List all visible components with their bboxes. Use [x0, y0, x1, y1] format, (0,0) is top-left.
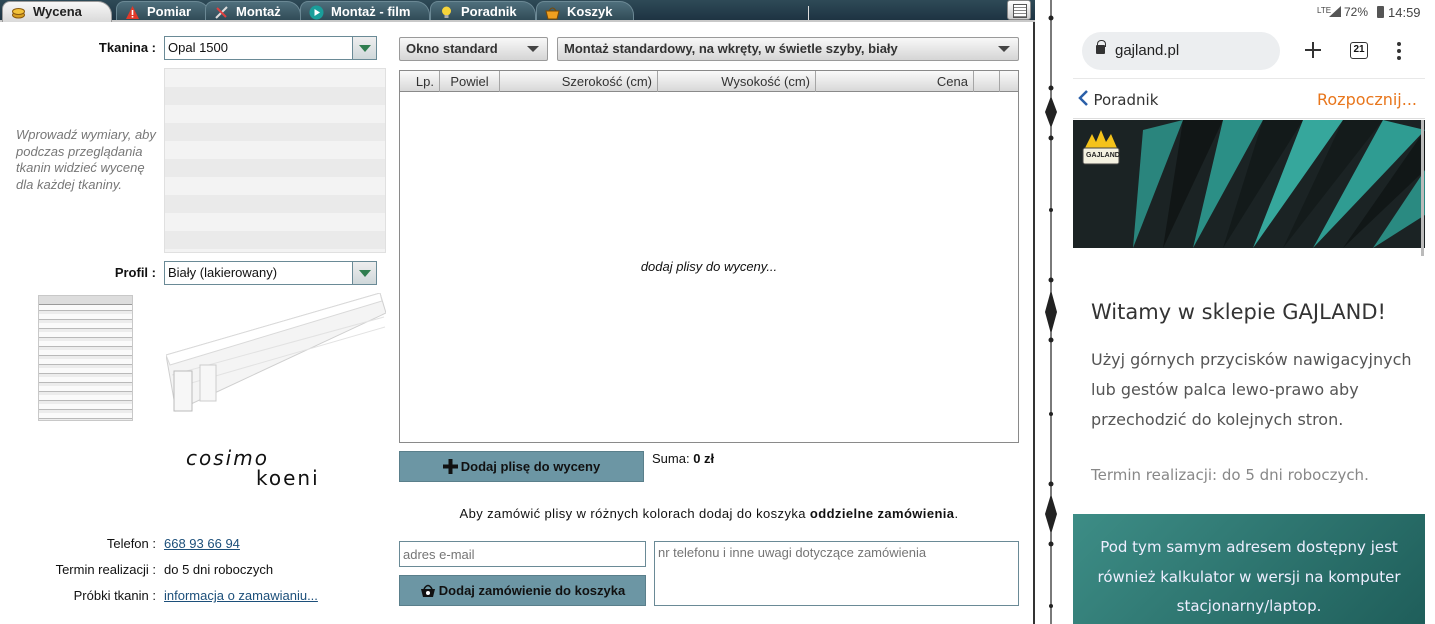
tab-bar: Wycena Pomiar Montaż Montaż - film Porad… [0, 0, 1035, 22]
sum: Suma: 0 zł [652, 451, 714, 466]
intro-paragraph: Użyj górnych przycisków nawigacyjnych lu… [1091, 350, 1412, 429]
url-text: gajland.pl [1115, 42, 1180, 59]
hero-banner: GAJLAND [1073, 120, 1425, 248]
mount-type-value: Montaż standardowy, na wkręty, w świetle… [564, 41, 898, 56]
term-label: Termin realizacji : [55, 562, 156, 577]
tab-label: Poradnik [461, 4, 517, 19]
mount-type-dropdown[interactable]: Montaż standardowy, na wkręty, w świetle… [557, 37, 1019, 61]
mobile-browser: LTE 72% 14:59 gajland.pl 21 Poradnik Roz… [1067, 0, 1435, 624]
signal-icon [1329, 6, 1341, 20]
tab-montaz-film[interactable]: Montaż - film [300, 1, 430, 22]
tab-switcher-button[interactable]: 21 [1350, 42, 1368, 59]
tab-label: Montaż - film [331, 4, 411, 19]
add-pleat-button[interactable]: Dodaj plisę do wyceny [399, 451, 644, 482]
delivery-term: Termin realizacji: do 5 dni roboczych. [1091, 466, 1369, 484]
pleated-fan-image [1073, 120, 1425, 248]
quote-table: Lp. Powiel Szerokość (cm) Wysokość (cm) … [399, 70, 1019, 443]
fabric-select[interactable]: Opal 1500 [164, 36, 377, 60]
url-bar[interactable]: gajland.pl [1082, 32, 1280, 70]
samples-link[interactable]: informacja o zamawianiu... [164, 588, 318, 603]
chevron-down-icon [998, 46, 1010, 52]
column-powiel: Powiel [440, 71, 500, 92]
window-type-value: Okno standard [406, 41, 498, 56]
term-value: do 5 dni roboczych [164, 562, 274, 577]
status-bar: LTE 72% 14:59 [1067, 0, 1435, 26]
tab-poradnik[interactable]: Poradnik [430, 1, 536, 22]
chevron-left-icon [1077, 89, 1089, 112]
phone-link[interactable]: 668 93 66 94 [164, 536, 240, 551]
clock: 14:59 [1388, 5, 1421, 20]
start-link[interactable]: Rozpocznij... [1317, 90, 1417, 109]
order-note: Aby zamówić plisy w różnych kolorach dod… [459, 506, 959, 521]
column-width: Szerokość (cm) [500, 71, 658, 92]
fabric-label: Tkanina : [98, 40, 156, 55]
welcome-heading: Witamy w sklepie GAJLAND! [1091, 300, 1386, 324]
battery-level: 72% [1344, 5, 1369, 19]
plus-icon [1303, 42, 1323, 63]
scrollbar[interactable] [1421, 120, 1424, 256]
window-type-dropdown[interactable]: Okno standard [399, 37, 548, 61]
tab-montaz[interactable]: Montaż [205, 1, 301, 22]
brand-logo: cosimo koeni [186, 446, 320, 490]
tab-label: Montaż [236, 4, 281, 19]
chevron-down-icon[interactable] [352, 37, 376, 59]
column-lp: Lp. [400, 71, 440, 92]
decorative-divider [1045, 0, 1057, 624]
coins-icon [11, 5, 26, 20]
table-header: Lp. Powiel Szerokość (cm) Wysokość (cm) … [400, 71, 1018, 92]
tab-koszyk[interactable]: Koszyk [536, 1, 634, 22]
tab-divider [808, 6, 809, 20]
profile-label: Profil : [114, 265, 156, 280]
tab-count: 21 [1353, 44, 1365, 55]
column-price: Cena [816, 71, 974, 92]
desktop-version-note: Pod tym samym adresem dostępny jest równ… [1073, 514, 1425, 624]
cart-icon [420, 579, 436, 608]
fabric-hint: Wprowadź wymiary, aby podczas przeglądan… [16, 127, 156, 192]
print-button[interactable] [1007, 0, 1031, 20]
empty-table-message: dodaj plisy do wyceny... [640, 259, 778, 274]
new-tab-button[interactable] [1303, 40, 1323, 60]
tab-pomiar[interactable]: Pomiar [116, 1, 210, 22]
add-to-cart-button[interactable]: Dodaj zamówienie do koszyka [399, 575, 646, 606]
battery-icon [1377, 6, 1384, 18]
notes-textarea[interactable] [654, 541, 1019, 606]
fabric-select-value: Opal 1500 [168, 40, 228, 55]
tab-label: Koszyk [567, 4, 613, 19]
play-icon [309, 5, 324, 20]
sum-label: Suma: [652, 451, 690, 466]
screenshot-root: Wycena Pomiar Montaż Montaż - film Porad… [0, 0, 1435, 624]
tab-label: Pomiar [147, 4, 192, 19]
tab-wycena[interactable]: Wycena [2, 1, 112, 22]
column-blank [974, 71, 1000, 92]
chevron-down-icon[interactable] [352, 262, 376, 284]
plus-icon [442, 455, 458, 484]
phone-label: Telefon : [106, 536, 156, 551]
column-height: Wysokość (cm) [658, 71, 816, 92]
lightbulb-icon [439, 5, 454, 20]
gajland-logo: GAJLAND [1080, 130, 1122, 166]
calculator-app: Wycena Pomiar Montaż Montaż - film Porad… [0, 0, 1035, 624]
basket-icon [545, 5, 560, 20]
back-button[interactable]: Poradnik [1077, 89, 1158, 112]
tab-label: Wycena [33, 4, 82, 19]
pleated-blind-image [38, 295, 133, 421]
samples-label: Próbki tkanin : [73, 588, 156, 603]
sum-value: 0 zł [693, 451, 715, 466]
lock-icon [1096, 40, 1106, 54]
profile-rail-image [166, 293, 386, 412]
warning-icon [125, 5, 140, 20]
profile-select[interactable]: Biały (lakierowany) [164, 261, 377, 285]
desktop-version-text: Pod tym samym adresem dostępny jest równ… [1097, 538, 1401, 615]
profile-select-value: Biały (lakierowany) [168, 265, 278, 280]
chevron-down-icon [527, 46, 539, 52]
page-nav: Poradnik Rozpocznij... [1073, 78, 1425, 119]
email-input[interactable] [399, 541, 646, 567]
fabric-preview [164, 68, 386, 253]
tools-icon [214, 5, 229, 20]
kebab-menu-icon[interactable] [1396, 41, 1402, 61]
